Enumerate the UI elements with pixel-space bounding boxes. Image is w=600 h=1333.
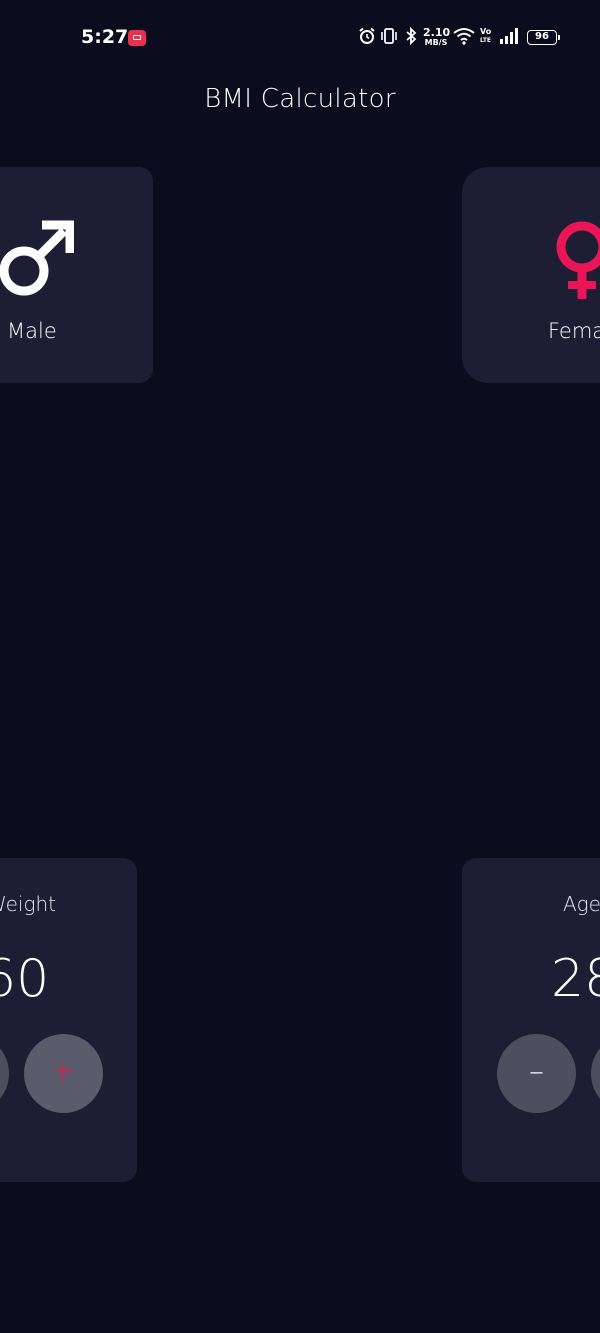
status-bar: 5:27 2.10 MB/S Vo LTE 96 (0, 0, 600, 78)
age-value: 28 (551, 949, 600, 1009)
weight-increment-button[interactable]: + (24, 1034, 103, 1113)
weight-value: 60 (0, 949, 50, 1009)
status-time: 5:27 (81, 26, 129, 48)
volte-top: Vo (480, 27, 492, 36)
age-decrement-button[interactable]: – (497, 1034, 576, 1113)
volte-indicator: Vo LTE (480, 27, 491, 45)
network-speed-value: 2.10 (423, 26, 451, 39)
notification-app-icon (128, 30, 146, 46)
female-card[interactable]: Fema (462, 167, 600, 383)
wifi-icon (453, 27, 475, 49)
age-label: Age (563, 892, 600, 916)
volte-bottom: LTE (480, 37, 492, 44)
male-label: Male (7, 319, 57, 343)
app-title: BMI Calculator (204, 84, 396, 114)
age-card: Age 28 – (462, 858, 600, 1182)
bluetooth-icon (403, 26, 419, 49)
female-label: Fema (548, 319, 600, 343)
male-card[interactable]: Male (0, 167, 153, 383)
screen: 5:27 2.10 MB/S Vo LTE 96 BMI Calculator … (0, 0, 600, 1333)
weight-card: Weight 60 + (0, 858, 137, 1182)
weight-label: Weight (0, 892, 56, 916)
male-symbol-icon (0, 219, 75, 303)
network-speed: 2.10 MB/S (423, 26, 451, 47)
weight-decrement-button[interactable] (0, 1034, 9, 1113)
age-increment-button[interactable] (591, 1034, 600, 1113)
network-speed-unit: MB/S (424, 38, 448, 47)
battery-indicator: 96 (527, 30, 560, 45)
vibrate-icon (380, 27, 398, 49)
female-symbol-icon (556, 219, 600, 305)
alarm-icon (358, 27, 376, 49)
signal-icon (499, 27, 519, 49)
